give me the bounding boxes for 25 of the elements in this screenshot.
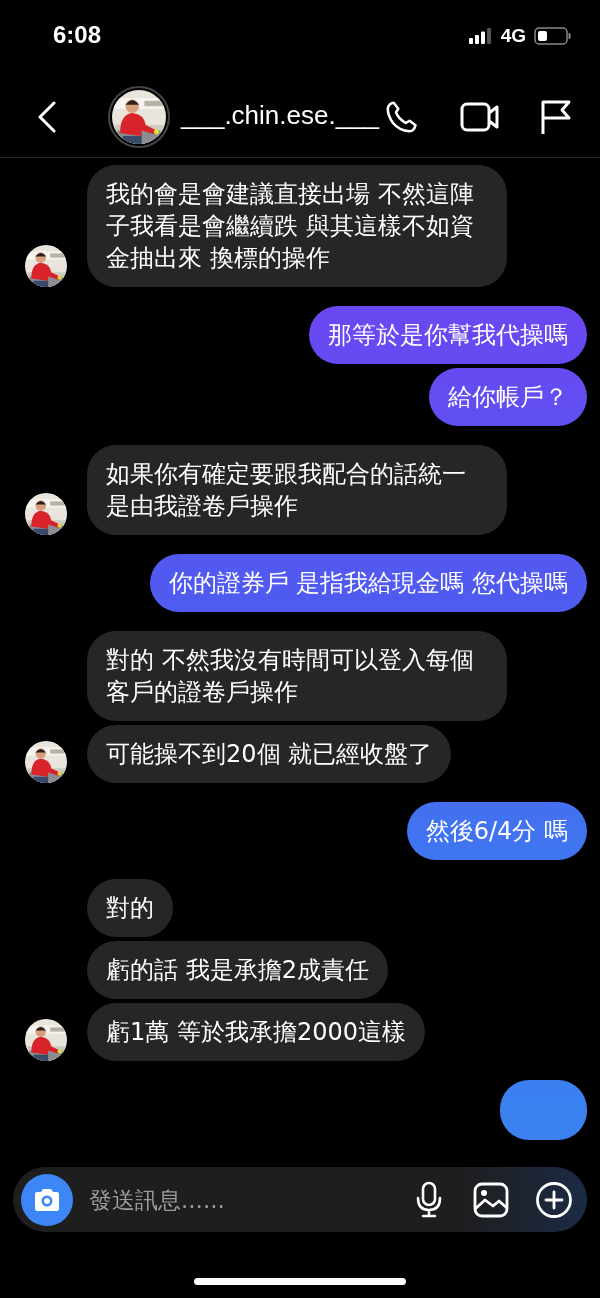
message-input[interactable]: 發送訊息......	[87, 1185, 415, 1214]
signal-icon	[468, 28, 493, 44]
image-icon[interactable]	[473, 1181, 509, 1218]
message-bubble: 虧的話 我是承擔2成責任	[87, 941, 388, 999]
message-bubble: 那等於是你幫我代操嗎	[309, 306, 587, 364]
flag-icon[interactable]	[540, 98, 572, 135]
message-bubble: 對的	[87, 879, 173, 937]
camera-button[interactable]	[21, 1173, 73, 1226]
message-bubble: 然後6/4分 嗎	[406, 802, 587, 860]
message-bubble: 可能操不到20個 就已經收盤了	[87, 725, 452, 783]
status-time: 6:08	[53, 21, 102, 49]
message-bubble: 如果你有確定要跟我配合的話統一是由我證卷戶操作	[87, 445, 507, 535]
message-bubble: 虧1萬 等於我承擔2000這樣	[87, 1003, 425, 1061]
message-bubble: 對的 不然我沒有時間可以登入每個客戶的證卷戶操作	[87, 631, 507, 721]
message-bubble: 我的會是會建議直接出場 不然這陣子我看是會繼續跌 與其這樣不如資金抽出來 換標的操作	[87, 165, 507, 287]
back-icon[interactable]	[36, 100, 58, 133]
message-bubble: 給你帳戶？	[429, 368, 587, 426]
video-call-icon[interactable]	[460, 100, 500, 133]
username[interactable]: ___.chin.ese.___	[181, 100, 384, 131]
add-icon[interactable]	[535, 1180, 573, 1219]
microphone-icon[interactable]	[415, 1180, 443, 1219]
camera-icon	[32, 1186, 62, 1213]
battery-icon	[534, 27, 572, 45]
message-bubble: 你的證券戶 是指我給現金嗎 您代操嗎	[149, 554, 587, 612]
network-label: 4G	[500, 25, 526, 47]
